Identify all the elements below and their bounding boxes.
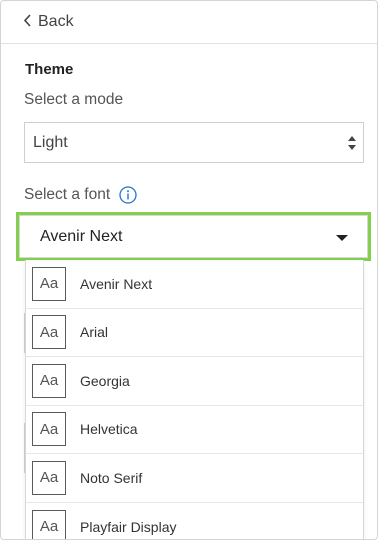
- caret-down-icon: [336, 235, 348, 241]
- font-option-label: Helvetica: [80, 421, 138, 438]
- font-option-helvetica[interactable]: Aa Helvetica: [26, 406, 363, 454]
- font-label: Select a font: [24, 186, 111, 203]
- font-dropdown-field[interactable]: Avenir Next: [19, 215, 368, 258]
- section-title: Theme: [25, 61, 74, 78]
- info-circle-icon[interactable]: [119, 186, 137, 204]
- font-option-label: Avenir Next: [80, 275, 153, 292]
- font-option-arial[interactable]: Aa Arial: [26, 309, 363, 357]
- font-preview-icon: Aa: [32, 363, 66, 398]
- font-dropdown-value: Avenir Next: [40, 227, 123, 245]
- font-preview-icon: Aa: [32, 509, 66, 539]
- font-label-row: Select a font: [24, 186, 137, 204]
- font-option-label: Playfair Display: [80, 518, 177, 535]
- font-preview-icon: Aa: [32, 412, 66, 447]
- font-preview-icon: Aa: [32, 315, 66, 350]
- sort-arrows-icon: [348, 136, 356, 150]
- mode-label: Select a mode: [24, 91, 124, 108]
- font-option-georgia[interactable]: Aa Georgia: [26, 357, 363, 406]
- font-option-label: Noto Serif: [80, 469, 143, 486]
- mode-select[interactable]: Light: [24, 122, 364, 163]
- font-preview-icon: Aa: [32, 266, 66, 301]
- font-option-noto-serif[interactable]: Aa Noto Serif: [26, 454, 363, 503]
- theme-panel: Back Theme Select a mode Light Select a …: [0, 0, 378, 540]
- font-options-list: Aa Avenir Next Aa Arial Aa Georgia Aa He…: [25, 260, 364, 539]
- font-preview-icon: Aa: [32, 460, 66, 495]
- font-option-label: Arial: [80, 324, 109, 341]
- font-option-playfair-display[interactable]: Aa Playfair Display: [26, 503, 363, 539]
- mode-select-value: Light: [33, 133, 68, 151]
- back-label: Back: [38, 13, 74, 30]
- chevron-left-icon: [23, 14, 32, 30]
- font-dropdown[interactable]: Avenir Next: [16, 212, 371, 261]
- font-option-avenir-next[interactable]: Aa Avenir Next: [26, 260, 363, 309]
- back-button[interactable]: Back: [1, 1, 377, 44]
- font-option-label: Georgia: [80, 372, 130, 389]
